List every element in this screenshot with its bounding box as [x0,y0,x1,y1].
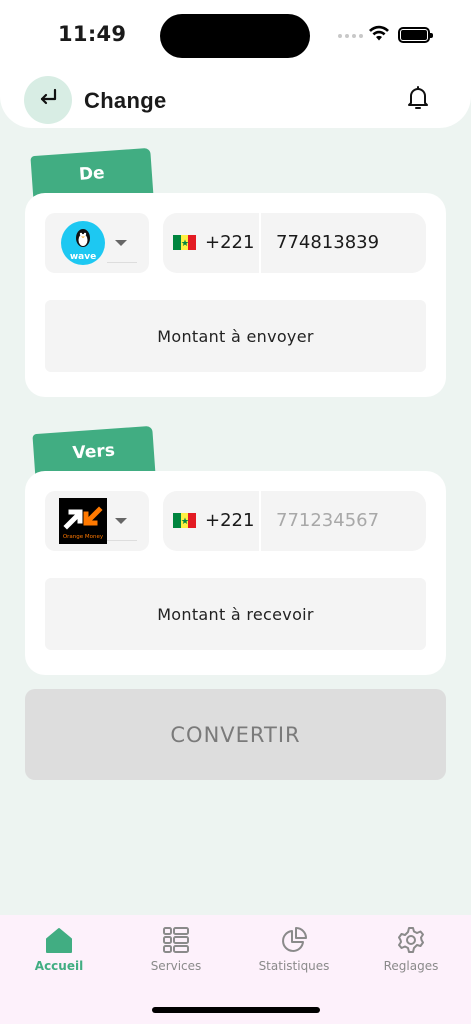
dynamic-island [160,14,310,58]
services-icon [161,925,191,955]
from-card: wave +221 774813839 Montant à envoyer [25,193,446,397]
chevron-down-icon [115,518,127,524]
notifications-button[interactable] [404,86,432,114]
convert-button[interactable]: CONVERTIR [25,689,446,780]
receive-amount-input[interactable]: Montant à recevoir [45,578,426,650]
signal-icon [338,34,363,38]
orange-money-logo-icon: Orange Money [59,498,107,544]
bell-icon [406,85,430,115]
battery-icon [398,27,433,43]
gear-icon [396,925,426,955]
back-button[interactable] [24,76,72,124]
status-time: 11:49 [58,22,127,46]
tab-statistiques[interactable]: Statistiques [239,925,349,985]
to-phone-input[interactable]: 771234567 [276,510,416,531]
senegal-flag-icon [173,235,197,250]
return-arrow-icon [36,86,60,114]
to-phone-field[interactable]: +221 771234567 [163,491,426,551]
tab-label: Reglages [383,959,439,973]
tab-reglages[interactable]: Reglages [356,925,466,985]
svg-text:Orange Money: Orange Money [63,534,104,540]
wifi-icon [368,24,390,46]
svg-text:wave: wave [70,252,96,262]
home-icon [44,925,74,955]
from-operator-select[interactable]: wave [45,213,149,273]
app-header: Change [0,70,471,128]
tab-accueil[interactable]: Accueil [4,925,114,985]
tab-label: Statistiques [258,959,330,973]
home-indicator [152,1007,320,1013]
page-title: Change [84,88,167,113]
to-card: Orange Money +221 771234567 Montant à re… [25,471,446,675]
to-operator-select[interactable]: Orange Money [45,491,149,551]
from-phone-input[interactable]: 774813839 [276,232,416,253]
send-amount-input[interactable]: Montant à envoyer [45,300,426,372]
from-dial-code: +221 [205,232,255,253]
status-bar: 11:49 [0,0,471,70]
tab-services[interactable]: Services [121,925,231,985]
from-phone-field[interactable]: +221 774813839 [163,213,426,273]
wave-logo-icon: wave [59,220,107,266]
tab-label: Services [150,959,202,973]
senegal-flag-icon [173,513,197,528]
pie-chart-icon [279,925,309,955]
to-dial-code: +221 [205,510,255,531]
chevron-down-icon [115,240,127,246]
tab-label: Accueil [34,959,84,973]
